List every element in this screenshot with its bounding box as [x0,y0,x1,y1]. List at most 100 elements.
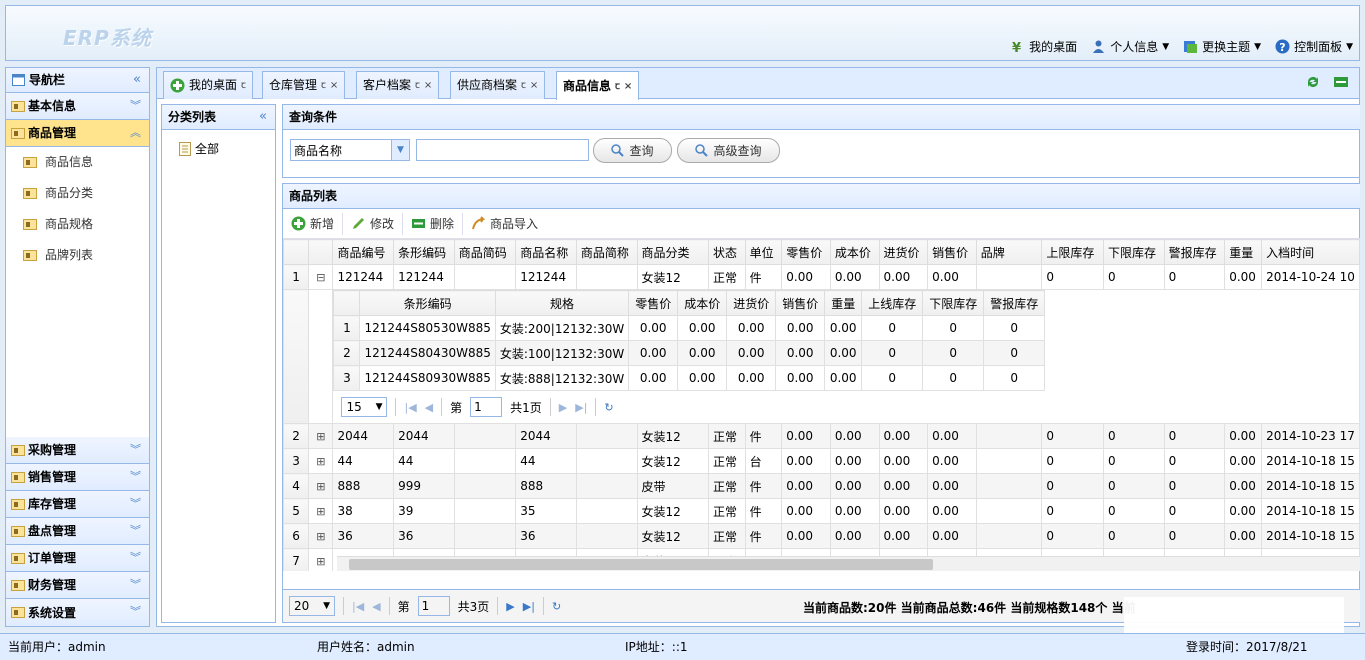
spec-column-header[interactable]: 条形编码 [359,290,496,316]
column-header[interactable]: 商品编号 [332,239,395,265]
section-purchase[interactable]: 采购管理 ︾ [6,437,149,464]
my-desktop-menu[interactable]: ¥ 我的桌面 [1010,38,1077,55]
spec-column-header[interactable]: 零售价 [628,290,679,316]
spec-column-header[interactable]: 销售价 [775,290,826,316]
column-header[interactable]: 品牌 [975,239,1043,265]
section-system-settings[interactable]: 系统设置 ︾ [6,599,149,626]
reload-icon[interactable]: ꞇ [321,72,326,99]
column-header[interactable]: 成本价 [829,239,880,265]
tab-warehouse[interactable]: 仓库管理 ꞇ × [262,71,346,99]
reload-icon[interactable]: ꞇ [615,73,620,100]
query-input[interactable] [416,139,589,161]
row-expand-icon[interactable]: ⊞ [308,548,334,571]
row-expand-icon[interactable]: ⊞ [308,498,334,524]
scrollbar-thumb[interactable] [349,559,933,570]
reload-icon[interactable]: ꞇ [241,72,246,99]
chevron-down-icon[interactable]: ▼ [391,140,409,160]
tab-goods-info[interactable]: 商品信息 ꞇ × [556,71,640,100]
close-icon[interactable]: × [530,72,538,99]
row-expand-icon[interactable]: ⊞ [308,448,334,474]
column-header[interactable]: 商品分类 [636,239,710,265]
minimize-icon[interactable] [1333,74,1349,90]
spec-column-header[interactable]: 下限库存 [922,290,985,316]
section-finance[interactable]: 财务管理 ︾ [6,572,149,599]
spec-page-input[interactable]: 1 [470,397,503,417]
query-field-select[interactable]: 商品名称 ▼ [290,139,410,161]
refresh-icon[interactable] [1305,74,1321,90]
spec-column-header[interactable]: 规格 [494,290,630,316]
row-expand-icon[interactable]: ⊞ [308,523,334,549]
table-row[interactable]: 3 ⊞ 44 44 44 女装12 正常台 0.00 0.00 0.00 0.00 0 0 0 0.00 20… [283,448,1360,474]
tab-supplier[interactable]: 供应商档案 ꞇ × [450,71,546,99]
prev-page-icon[interactable]: ◀ [372,600,380,613]
column-header[interactable]: 警报库存 [1163,239,1226,265]
page-number-input[interactable]: 1 [417,596,450,616]
row-expand-icon[interactable]: ⊟ [308,264,334,290]
section-sales[interactable]: 销售管理 ︾ [6,464,149,491]
reload-icon[interactable]: ꞇ [521,72,526,99]
nav-item-goods-info[interactable]: 商品信息 [6,147,149,178]
category-item-all[interactable]: 全部 [162,130,275,157]
column-header[interactable]: 状态 [708,239,746,265]
spec-column-header[interactable]: 进货价 [726,290,777,316]
close-icon[interactable]: × [330,72,338,99]
horizontal-scrollbar[interactable] [337,556,1360,571]
spec-column-header[interactable]: 重量 [824,290,863,316]
spec-page-size-select[interactable]: 15 ▼ [341,397,388,417]
section-stocktake[interactable]: 盘点管理 ︾ [6,518,149,545]
section-inventory[interactable]: 库存管理 ︾ [6,491,149,518]
column-header[interactable]: 商品简码 [453,239,517,265]
close-icon[interactable]: × [424,72,432,99]
spec-column-header[interactable]: 警报库存 [983,290,1046,316]
add-button[interactable]: 新增 [289,212,344,235]
last-page-icon[interactable]: ▶| [575,401,587,414]
next-page-icon[interactable]: ▶ [506,600,514,613]
delete-button[interactable]: 删除 [409,212,464,235]
collapse-left-icon[interactable]: « [133,68,141,92]
table-row[interactable]: 2 ⊞ 2044 2044 2044 女装12 正常件 0.00 0.00 0.00 0.00 0 0 0… [283,423,1360,449]
column-header[interactable]: 商品名称 [515,239,577,265]
table-row[interactable]: 6 ⊞ 36 36 36 女装12 正常件 0.00 0.00 0.00 0.00 0 0 0 0.00 20… [283,523,1360,549]
section-goods-management[interactable]: 商品管理 ︽ [6,120,149,147]
spec-row[interactable]: 3 121244S80930W885 女装:888|12132:30W 0.00 0.0… [333,365,1046,391]
section-orders[interactable]: 订单管理 ︾ [6,545,149,572]
control-panel-menu[interactable]: ? 控制面板 ▼ [1275,38,1353,55]
first-page-icon[interactable]: |◀ [404,401,416,414]
nav-item-goods-category[interactable]: 商品分类 [6,178,149,209]
column-header[interactable]: 下限库存 [1102,239,1165,265]
advanced-search-button[interactable]: 高级查询 [677,138,780,163]
column-header[interactable]: 重量 [1224,239,1263,265]
table-row[interactable]: 1 ⊟ 121244 121244 121244 女装12 正常件 0.00 0.00 0.00 0… [283,264,1360,290]
close-icon[interactable]: × [624,73,632,100]
last-page-icon[interactable]: ▶| [523,600,535,613]
row-expand-icon[interactable]: ⊞ [308,423,334,449]
column-header[interactable]: 条形编码 [393,239,455,265]
column-header[interactable]: 商品简称 [575,239,638,265]
column-header[interactable]: 上限库存 [1041,239,1104,265]
refresh-icon[interactable]: ↻ [604,401,613,414]
personal-info-menu[interactable]: 个人信息 ▼ [1091,38,1169,55]
column-header[interactable]: 入档时间 [1261,239,1360,265]
tab-my-desktop[interactable]: 我的桌面 ꞇ [163,71,253,99]
import-button[interactable]: 商品导入 [469,213,546,235]
spec-column-header[interactable]: 成本价 [677,290,728,316]
column-header[interactable]: 零售价 [781,239,831,265]
table-row[interactable]: 4 ⊞ 888 999 888 皮带 正常件 0.00 0.00 0.00 0.00 0 0 0 0.00 2… [283,473,1360,499]
refresh-icon[interactable]: ↻ [552,600,561,613]
first-page-icon[interactable]: |◀ [352,600,364,613]
page-size-select[interactable]: 20 ▼ [289,596,335,616]
row-expand-icon[interactable]: ⊞ [308,473,334,499]
edit-button[interactable]: 修改 [349,212,404,235]
next-page-icon[interactable]: ▶ [559,401,567,414]
spec-row[interactable]: 2 121244S80430W885 女装:100|12132:30W 0.00 0.0… [333,340,1046,366]
nav-item-goods-spec[interactable]: 商品规格 [6,209,149,240]
table-row[interactable]: 5 ⊞ 38 39 35 女装12 正常件 0.00 0.00 0.00 0.00 0 0 0 0.00 20… [283,498,1360,524]
section-basic-info[interactable]: 基本信息 ︾ [6,93,149,120]
search-button[interactable]: 查询 [593,138,672,163]
reload-icon[interactable]: ꞇ [415,72,420,99]
column-header[interactable]: 单位 [744,239,783,265]
prev-page-icon[interactable]: ◀ [425,401,433,414]
nav-item-brand-list[interactable]: 品牌列表 [6,240,149,271]
tab-customer[interactable]: 客户档案 ꞇ × [356,71,440,99]
column-header[interactable]: 销售价 [927,239,977,265]
